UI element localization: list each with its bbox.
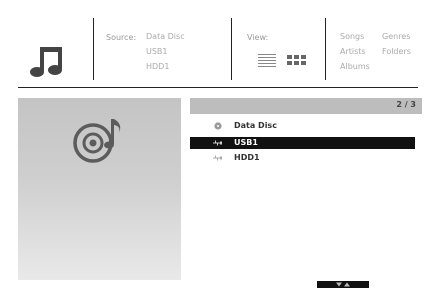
list-item-data-disc[interactable]: Data Disc: [190, 120, 415, 132]
source-option-data-disc[interactable]: Data Disc: [146, 29, 185, 44]
category-genres[interactable]: Genres: [382, 29, 411, 44]
music-disc-icon: [73, 119, 121, 163]
usb-icon: [213, 140, 222, 146]
header-divider: [325, 18, 326, 80]
list-header: 2 / 3: [190, 98, 422, 114]
source-option-hdd1[interactable]: HDD1: [146, 59, 185, 74]
source-label: Source:: [106, 33, 137, 42]
list-view-icon[interactable]: [258, 54, 276, 67]
category-albums[interactable]: Albums: [340, 59, 370, 74]
header-divider: [93, 18, 94, 80]
list-item-usb1[interactable]: USB1: [190, 137, 415, 149]
list-item-label: HDD1: [234, 153, 260, 162]
category-folders[interactable]: Folders: [382, 44, 411, 59]
header-divider: [231, 18, 232, 80]
category-artists[interactable]: Artists: [340, 44, 370, 59]
source-option-usb1[interactable]: USB1: [146, 44, 185, 59]
grid-view-icon[interactable]: [287, 55, 306, 65]
usb-icon: [213, 155, 222, 161]
header-separator: [18, 87, 418, 88]
list-item-label: USB1: [234, 138, 258, 147]
list-item-label: Data Disc: [234, 121, 277, 130]
chevron-up-down-icon[interactable]: [317, 281, 369, 288]
preview-panel: [18, 98, 181, 280]
category-songs[interactable]: Songs: [340, 29, 370, 44]
list-item-hdd1[interactable]: HDD1: [190, 152, 415, 164]
category-column-1: Songs Artists Albums: [340, 29, 370, 74]
view-mode-switch: [258, 54, 306, 67]
view-label: View:: [247, 33, 269, 42]
disc-icon: [214, 122, 222, 130]
category-column-2: Genres Folders: [382, 29, 411, 59]
page-indicator: 2 / 3: [396, 100, 416, 109]
source-options: Data Disc USB1 HDD1: [146, 29, 185, 74]
music-note-icon: [30, 47, 62, 77]
